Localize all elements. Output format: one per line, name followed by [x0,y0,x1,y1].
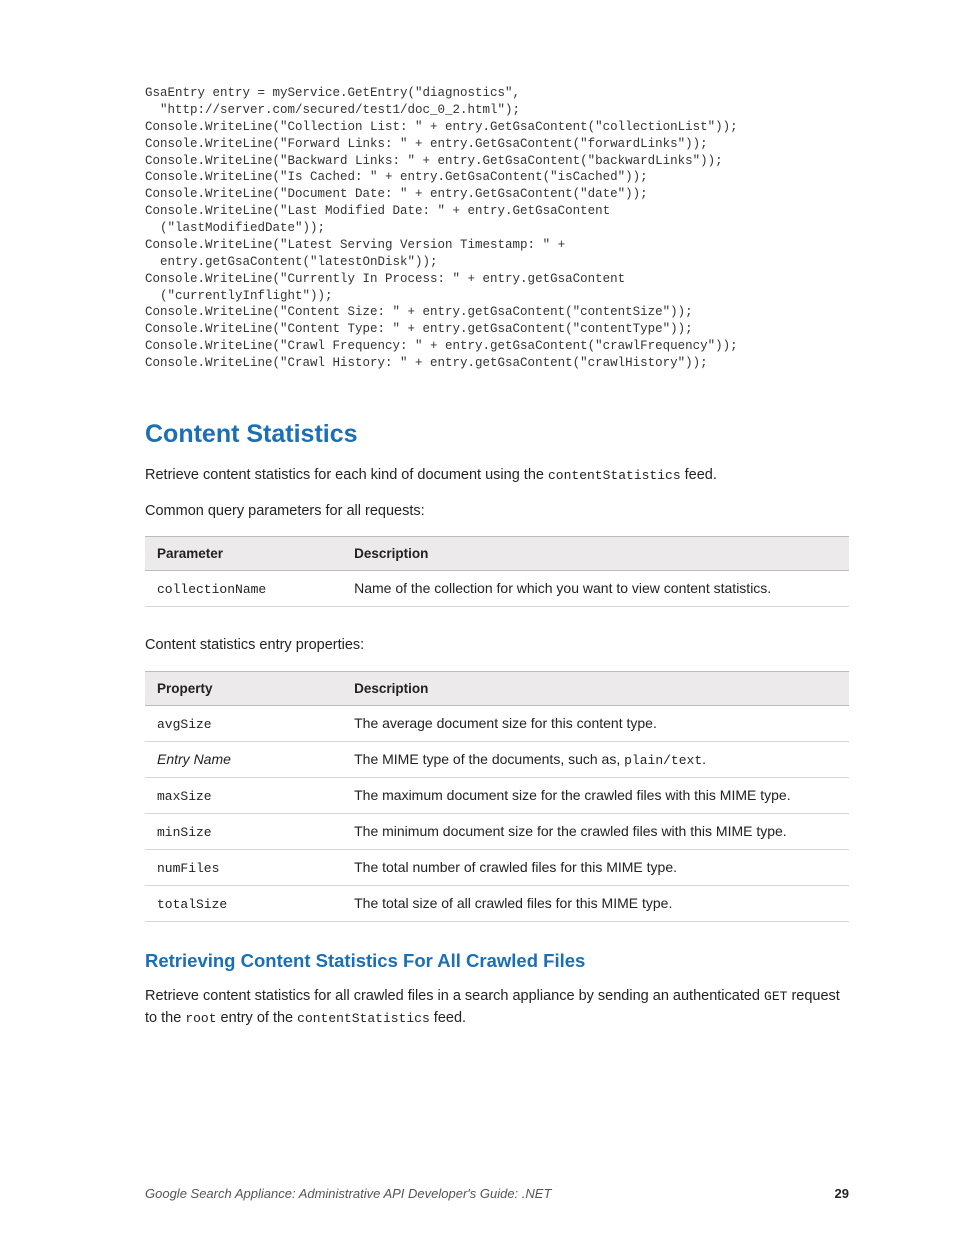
table-row: maxSize The maximum document size for the… [145,778,849,814]
property-name: avgSize [157,717,212,732]
property-name: minSize [157,825,212,840]
param-desc: Name of the collection for which you wan… [342,571,849,607]
table-header-row: Property Description [145,672,849,706]
parameters-table: Parameter Description collectionName Nam… [145,536,849,607]
property-desc: The total size of all crawled files for … [342,886,849,922]
table-header: Description [342,672,849,706]
table-header: Parameter [145,537,342,571]
property-name: maxSize [157,789,212,804]
page-number: 29 [835,1186,849,1201]
intro-text-post: feed. [681,467,717,483]
table-header-row: Parameter Description [145,537,849,571]
param-name: collectionName [157,582,266,597]
subsection-heading: Retrieving Content Statistics For All Cr… [145,950,849,972]
code-block: GsaEntry entry = myService.GetEntry("dia… [145,85,849,372]
p-text: entry of the [217,1010,298,1026]
p-code: GET [764,989,787,1004]
property-desc: The total number of crawled files for th… [342,850,849,886]
property-desc: The average document size for this conte… [342,706,849,742]
property-desc: The maximum document size for the crawle… [342,778,849,814]
p-text: Retrieve content statistics for all craw… [145,988,764,1004]
footer-title: Google Search Appliance: Administrative … [145,1186,551,1201]
props-intro: Content statistics entry properties: [145,635,849,657]
table-row: minSize The minimum document size for the… [145,814,849,850]
section-intro: Retrieve content statistics for each kin… [145,465,849,487]
p-code: root [185,1011,216,1026]
table-row: Entry Name The MIME type of the documents… [145,742,849,778]
params-intro: Common query parameters for all requests… [145,501,849,523]
table-header: Property [145,672,342,706]
table-header: Description [342,537,849,571]
table-row: totalSize The total size of all crawled f… [145,886,849,922]
property-desc: The MIME type of the documents, such as,… [342,742,849,778]
page-footer: Google Search Appliance: Administrative … [145,1186,849,1201]
p-code: contentStatistics [297,1011,430,1026]
intro-text-pre: Retrieve content statistics for each kin… [145,467,548,483]
table-row: collectionName Name of the collection fo… [145,571,849,607]
property-name: totalSize [157,897,227,912]
section-heading: Content Statistics [145,420,849,449]
property-desc: The minimum document size for the crawle… [342,814,849,850]
intro-code: contentStatistics [548,468,681,483]
table-row: numFiles The total number of crawled file… [145,850,849,886]
property-name: Entry Name [157,751,231,767]
subsection-paragraph: Retrieve content statistics for all craw… [145,986,849,1030]
p-text: feed. [430,1010,466,1026]
properties-table: Property Description avgSize The average … [145,671,849,922]
property-name: numFiles [157,861,219,876]
table-row: avgSize The average document size for thi… [145,706,849,742]
